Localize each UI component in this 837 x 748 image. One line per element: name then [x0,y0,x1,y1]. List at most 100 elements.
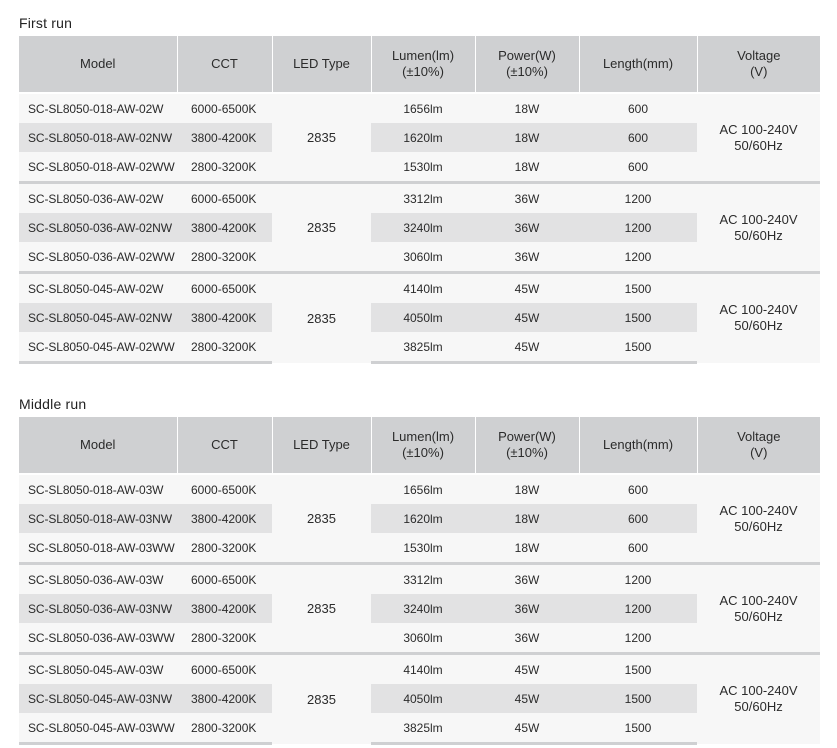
table-row: SC-SL8050-036-AW-03W 6000-6500K 2835 331… [19,562,820,654]
cell-cct: 6000-6500K [177,652,272,684]
cell-model: SC-SL8050-045-AW-02WW [19,332,177,364]
cell-length: 600 [579,123,697,152]
header-power-line1: Power(W) [498,429,556,444]
cell-power: 45W [475,652,579,684]
header-lumen-line1: Lumen(lm) [391,48,455,63]
cell-voltage: AC 100-240V 50/60Hz [697,562,820,654]
cell-model: SC-SL8050-036-AW-02W [19,181,177,213]
cell-power: 18W [475,92,579,123]
cell-lumen: 3312lm [371,181,475,213]
voltage-line1: AC 100-240V [719,302,798,318]
cell-model: SC-SL8050-018-AW-02W [19,92,177,123]
table-row: SC-SL8050-018-AW-03W 6000-6500K 2835 165… [19,473,820,564]
voltage-line2: 50/60Hz [734,318,783,334]
cell-cct: 2800-3200K [177,242,272,273]
cell-model: SC-SL8050-036-AW-03NW [19,594,177,623]
cell-length: 1500 [579,713,697,745]
cell-voltage: AC 100-240V 50/60Hz [697,473,820,564]
cell-lumen: 4140lm [371,271,475,303]
cell-lumen: 1530lm [371,152,475,183]
cell-cct: 3800-4200K [177,594,272,623]
cell-voltage: AC 100-240V 50/60Hz [697,271,820,363]
voltage-line1: AC 100-240V [719,121,798,137]
table-row: SC-SL8050-045-AW-03W 6000-6500K 2835 414… [19,652,820,744]
cell-lumen: 1620lm [371,504,475,533]
cell-lumen: 3240lm [371,213,475,242]
cell-cct: 3800-4200K [177,213,272,242]
cell-length: 1500 [579,652,697,684]
cell-lumen: 3312lm [371,562,475,594]
cell-length: 600 [579,92,697,123]
cell-led-type: 2835 [272,181,371,273]
table-header-row: Model CCT LED Type Lumen(lm) (±10%) Powe… [19,417,820,474]
cell-power: 45W [475,271,579,303]
header-cct: CCT [176,417,272,474]
cell-length: 600 [579,473,697,504]
header-lumen: Lumen(lm) (±10%) [370,417,475,474]
cell-model: SC-SL8050-045-AW-03W [19,652,177,684]
cell-lumen: 3240lm [371,594,475,623]
cell-length: 600 [579,533,697,564]
header-model: Model [19,417,177,474]
cell-model: SC-SL8050-018-AW-02WW [19,152,177,183]
cell-cct: 6000-6500K [177,92,272,123]
cell-length: 1200 [579,562,697,594]
cell-power: 36W [475,213,579,242]
header-led-type: LED Type [271,417,371,474]
cell-lumen: 1530lm [371,533,475,564]
middle-run-section: Middle run Model CCT LED Type Lumen(lm) … [19,393,820,745]
header-voltage-line1: Voltage [737,48,781,63]
voltage-line2: 50/60Hz [734,608,783,624]
cell-cct: 6000-6500K [177,473,272,504]
cell-model: SC-SL8050-036-AW-02WW [19,242,177,273]
cell-cct: 2800-3200K [177,152,272,183]
header-led-type: LED Type [271,36,371,93]
header-voltage-line1: Voltage [737,429,781,444]
voltage-line2: 50/60Hz [734,137,783,153]
first-run-section: First run Model CCT LED Type Lumen(lm) (… [19,12,820,364]
cell-length: 600 [579,152,697,183]
cell-led-type: 2835 [272,92,371,183]
spec-table: Model CCT LED Type Lumen(lm) (±10%) Powe… [19,36,820,364]
cell-cct: 2800-3200K [177,623,272,654]
cell-length: 1200 [579,213,697,242]
header-power-line2: (±10%) [506,64,548,79]
table-row: SC-SL8050-045-AW-02W 6000-6500K 2835 414… [19,271,820,363]
cell-length: 1500 [579,684,697,713]
cell-cct: 2800-3200K [177,713,272,745]
cell-length: 1200 [579,594,697,623]
voltage-line1: AC 100-240V [719,502,798,518]
cell-model: SC-SL8050-018-AW-02NW [19,123,177,152]
cell-model: SC-SL8050-036-AW-03W [19,562,177,594]
cell-cct: 6000-6500K [177,562,272,594]
cell-voltage: AC 100-240V 50/60Hz [697,92,820,183]
header-voltage: Voltage (V) [696,417,820,474]
cell-model: SC-SL8050-018-AW-03NW [19,504,177,533]
cell-lumen: 1656lm [371,92,475,123]
cell-lumen: 4050lm [371,303,475,332]
cell-power: 45W [475,303,579,332]
cell-led-type: 2835 [272,271,371,363]
header-voltage-line2: (V) [750,445,768,460]
cell-power: 45W [475,684,579,713]
header-voltage-line2: (V) [750,64,768,79]
header-voltage: Voltage (V) [696,36,820,93]
section-title: First run [19,15,73,31]
cell-power: 18W [475,504,579,533]
cell-power: 18W [475,152,579,183]
cell-length: 1500 [579,271,697,303]
header-length: Length(mm) [578,417,697,474]
cell-lumen: 1620lm [371,123,475,152]
header-lumen-line1: Lumen(lm) [391,429,455,444]
cell-model: SC-SL8050-036-AW-03WW [19,623,177,654]
cell-power: 36W [475,181,579,213]
voltage-line2: 50/60Hz [734,518,783,534]
header-power-line2: (±10%) [506,445,548,460]
header-power-line1: Power(W) [498,48,556,63]
voltage-line2: 50/60Hz [734,699,783,715]
spec-table: Model CCT LED Type Lumen(lm) (±10%) Powe… [19,417,820,745]
cell-length: 600 [579,504,697,533]
voltage-line1: AC 100-240V [719,211,798,227]
cell-lumen: 3825lm [371,332,475,364]
cell-lumen: 4050lm [371,684,475,713]
